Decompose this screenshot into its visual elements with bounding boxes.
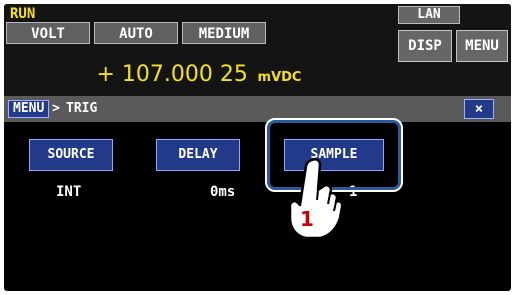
instrument-screen: RUN LAN VOLT AUTO MEDIUM DISP MENU + 107… xyxy=(4,4,511,291)
breadcrumb-current: TRIG xyxy=(66,101,98,116)
pointing-hand-icon: 1 xyxy=(288,157,344,240)
tab-medium[interactable]: MEDIUM xyxy=(182,22,266,44)
reading-unit: mVDC xyxy=(257,70,302,85)
source-button[interactable]: SOURCE xyxy=(29,139,113,171)
breadcrumb-separator: > xyxy=(52,101,60,116)
delay-value: 0ms xyxy=(210,184,236,200)
top-status-bar: RUN LAN VOLT AUTO MEDIUM DISP MENU + 107… xyxy=(4,4,511,96)
tab-auto[interactable]: AUTO xyxy=(94,22,178,44)
lan-indicator: LAN xyxy=(398,6,460,24)
reading-value: + 107.000 25 xyxy=(96,62,248,87)
menu-button[interactable]: MENU xyxy=(456,30,508,62)
delay-button[interactable]: DELAY xyxy=(156,139,240,171)
measurement-reading: + 107.000 25 mVDC xyxy=(4,62,394,87)
run-status: RUN xyxy=(10,6,36,22)
breadcrumb-menu[interactable]: MENU xyxy=(8,100,50,118)
disp-button[interactable]: DISP xyxy=(398,30,452,62)
tab-volt[interactable]: VOLT xyxy=(6,22,90,44)
source-value: INT xyxy=(56,184,82,200)
breadcrumb: MENU > TRIG × xyxy=(4,96,511,122)
callout-step-number: 1 xyxy=(300,207,314,231)
close-button[interactable]: × xyxy=(464,99,494,119)
